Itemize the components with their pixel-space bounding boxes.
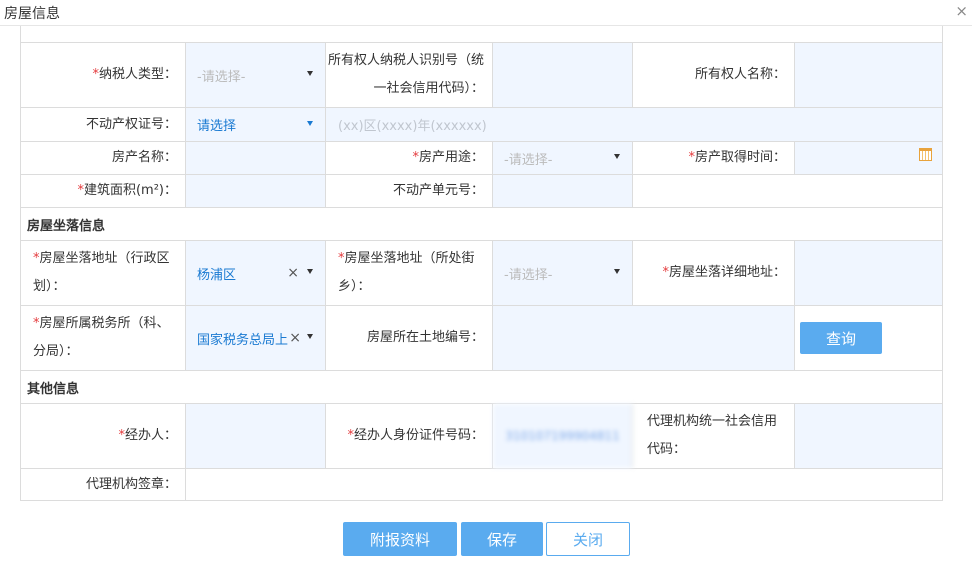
cert-number-input[interactable]: (xx)区(xxxx)年(xxxxxx): [326, 108, 942, 141]
taxpayer-type-label: * 纳税人类型：: [21, 43, 186, 107]
dialog-titlebar: 房屋信息 ×: [0, 0, 972, 26]
dialog-title: 房屋信息: [4, 6, 60, 22]
save-button[interactable]: 保存: [461, 522, 543, 556]
land-no-input[interactable]: [493, 306, 795, 370]
agency-code-input[interactable]: [795, 404, 942, 468]
attach-button[interactable]: 附报资料: [343, 522, 457, 556]
usage-select[interactable]: -请选择-: [493, 142, 633, 174]
house-info-form: * 纳税人类型： -请选择- 所有权人纳税人识别号（统一社会信用代码）： 所有权人…: [20, 26, 943, 501]
area-input[interactable]: [186, 175, 326, 207]
chevron-down-icon: [307, 71, 313, 76]
owner-name-label: 所有权人名称：: [633, 43, 795, 107]
taxpayer-type-select[interactable]: -请选择-: [186, 43, 326, 107]
handler-id-input[interactable]: 310107199904811: [493, 404, 633, 468]
unit-no-input[interactable]: [493, 175, 633, 207]
row-taxpayer: * 纳税人类型： -请选择- 所有权人纳税人识别号（统一社会信用代码）： 所有权人…: [21, 43, 942, 108]
district-label: *房屋坐落地址（行政区划）：: [21, 241, 186, 305]
acquire-time-input[interactable]: [795, 142, 942, 174]
handler-id-label: * 经办人身份证件号码：: [326, 404, 493, 468]
chevron-down-icon: [307, 120, 313, 126]
detail-address-input[interactable]: [795, 241, 942, 305]
row-location-2: *房屋所属税务所（科、分局）： 国家税务总局上 × 房屋所在土地编号： 查询: [21, 306, 942, 371]
area-label: * 建筑面积(m²)：: [21, 175, 186, 207]
close-button[interactable]: 关闭: [546, 522, 630, 556]
chevron-down-icon: [614, 154, 620, 159]
property-name-label: 房产名称：: [21, 142, 186, 174]
land-no-label: 房屋所在土地编号：: [326, 306, 493, 370]
section-header-basic: [21, 26, 942, 43]
property-name-input[interactable]: [186, 142, 326, 174]
query-button[interactable]: 查询: [800, 322, 882, 354]
row-area: * 建筑面积(m²)： 不动产单元号：: [21, 175, 942, 208]
agency-code-label: 代理机构统一社会信用代码：: [633, 404, 795, 468]
close-icon[interactable]: ×: [955, 1, 968, 21]
street-select[interactable]: -请选择-: [493, 241, 633, 305]
street-label: *房屋坐落地址（所处街乡）：: [326, 241, 493, 305]
clear-icon[interactable]: ×: [289, 328, 301, 348]
tax-office-select[interactable]: 国家税务总局上 ×: [186, 306, 326, 370]
row-agency-seal: 代理机构签章：: [21, 469, 942, 501]
section-header-location: 房屋坐落信息: [21, 208, 942, 241]
cert-label: 不动产权证号：: [21, 108, 186, 141]
detail-address-label: * 房屋坐落详细地址：: [633, 241, 795, 305]
section-header-other: 其他信息: [21, 371, 942, 404]
chevron-down-icon: [307, 334, 313, 339]
agency-seal-label: 代理机构签章：: [21, 469, 186, 501]
row-location-1: *房屋坐落地址（行政区划）： 杨浦区 × *房屋坐落地址（所处街乡）： -请选择…: [21, 241, 942, 306]
row-property: 房产名称： * 房产用途： -请选择- * 房产取得时间：: [21, 142, 942, 175]
handler-input[interactable]: [186, 404, 326, 468]
owner-id-input[interactable]: [493, 43, 633, 107]
calendar-icon[interactable]: [919, 148, 932, 161]
agency-seal-area: [186, 469, 942, 501]
usage-label: * 房产用途：: [326, 142, 493, 174]
cert-select[interactable]: 请选择: [186, 108, 326, 141]
owner-id-label: 所有权人纳税人识别号（统一社会信用代码）：: [326, 43, 493, 107]
chevron-down-icon: [307, 269, 313, 274]
district-select[interactable]: 杨浦区 ×: [186, 241, 326, 305]
tax-office-label: *房屋所属税务所（科、分局）：: [21, 306, 186, 370]
acquire-time-label: * 房产取得时间：: [633, 142, 795, 174]
owner-name-input[interactable]: [795, 43, 942, 107]
handler-label: * 经办人：: [21, 404, 186, 468]
row-cert: 不动产权证号： 请选择 (xx)区(xxxx)年(xxxxxx): [21, 108, 942, 142]
clear-icon[interactable]: ×: [287, 263, 299, 283]
row-handler: * 经办人： * 经办人身份证件号码： 310107199904811 代理机构统一…: [21, 404, 942, 469]
unit-no-label: 不动产单元号：: [326, 175, 493, 207]
chevron-down-icon: [614, 269, 620, 274]
